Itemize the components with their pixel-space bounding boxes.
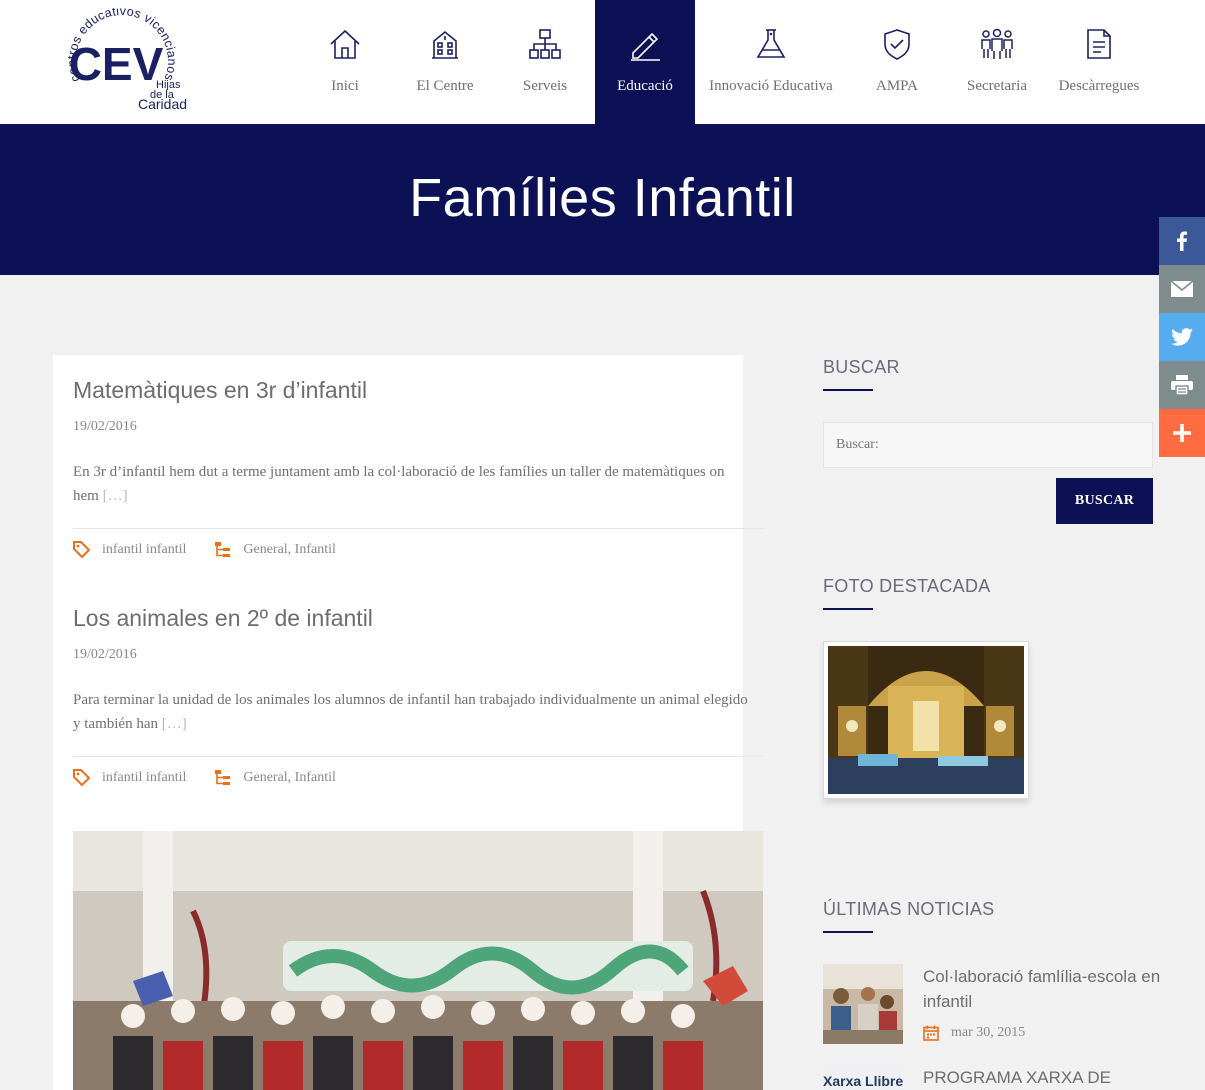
nav-label: Secretaria [967,78,1027,94]
site-header: centros educativos vicencianos CEV Hijas… [0,0,1205,124]
tag-icon [73,769,90,786]
post-date: 19/02/2016 [73,647,137,662]
post-tags-link[interactable]: infantil infantil [102,542,186,558]
nav-item-educacio[interactable]: Educació [595,0,695,124]
nav-label: Educació [617,78,673,94]
print-share-button[interactable] [1159,361,1205,409]
facebook-icon [1177,231,1187,251]
building-icon [427,26,463,62]
logo-monogram: CEV [69,38,164,90]
post-title-link[interactable]: Los animales en 2º de infantil [73,605,373,632]
featured-photo[interactable] [823,641,1029,799]
calendar-icon [923,1025,939,1041]
print-icon [1171,375,1193,395]
search-widget-title: BUSCAR [823,357,900,377]
post-divider [73,528,763,529]
email-icon [1171,281,1193,297]
flask-icon [753,26,789,62]
post-meta: infantil infantil General, Infantil [73,769,336,786]
news-title-link[interactable]: Col·laboració famlília-escola en infanti… [923,964,1183,1014]
document-icon [1081,26,1117,62]
post-categories: General, Infantil [214,769,336,786]
widget-title-underline [823,931,873,933]
read-more-link[interactable]: […] [162,716,187,732]
search-button[interactable]: BUSCAR [1056,478,1153,524]
post-title-link[interactable]: Matemàtiques en 3r d’infantil [73,377,367,404]
news-thumbnail[interactable]: Xarxa Llibre [823,1065,903,1090]
nav-item-el-centre[interactable]: El Centre [395,0,495,124]
post-categories-link[interactable]: General, Infantil [243,770,336,786]
post-excerpt: En 3r d’infantil hem dut a terme juntame… [73,460,753,508]
latest-news-title: ÚLTIMAS NOTICIAS [823,899,995,919]
people-icon [979,26,1015,62]
featured-photo-title: FOTO DESTACADA [823,576,991,596]
nav-item-inici[interactable]: Inici [295,0,395,124]
nav-item-ampa[interactable]: AMPA [847,0,947,124]
read-more-link[interactable]: […] [103,488,128,504]
sitemap-icon [527,26,563,62]
post-excerpt-text: En 3r d’infantil hem dut a terme juntame… [73,464,725,504]
home-icon [327,26,363,62]
nav-label: El Centre [416,78,474,94]
nav-item-descarregues[interactable]: Descàrregues [1047,0,1151,124]
nav-label: Inici [331,78,359,94]
news-thumbnail[interactable] [823,964,903,1044]
nav-item-innovacio[interactable]: Innovació Educativa [695,0,847,124]
news-title-link[interactable]: PROGRAMA XARXA DE [923,1065,1183,1090]
tag-icon [73,541,90,558]
twitter-icon [1171,328,1193,346]
post-categories-link[interactable]: General, Infantil [243,542,336,558]
post-excerpt: Para terminar la unidad de los animales … [73,688,753,736]
page-title: Famílies Infantil [409,167,796,228]
post-divider [73,756,763,757]
post-date: 19/02/2016 [73,419,137,434]
more-share-button[interactable] [1159,409,1205,457]
site-logo[interactable]: centros educativos vicencianos CEV Hijas… [58,4,210,116]
news-date-text: mar 30, 2015 [951,1025,1026,1040]
nav-item-serveis[interactable]: Serveis [495,0,595,124]
post-categories: General, Infantil [214,541,336,558]
news-thumb-text: Xarxa Llibre [823,1073,903,1089]
nav-item-secretaria[interactable]: Secretaria [947,0,1047,124]
logo-sub3: Caridad [138,96,187,112]
social-share-bar [1159,217,1205,457]
widget-title-underline [823,389,873,391]
category-icon [215,770,231,785]
post-meta: infantil infantil General, Infantil [73,541,336,558]
nav-label: Descàrregues [1058,78,1140,94]
email-share-button[interactable] [1159,265,1205,313]
plus-icon [1173,424,1191,442]
nav-label: Innovació Educativa [709,78,833,94]
post-featured-image[interactable] [73,831,763,1090]
post-tags: infantil infantil [73,541,186,558]
post-tags-link[interactable]: infantil infantil [102,770,186,786]
search-input[interactable] [823,422,1153,468]
nav-label: Serveis [522,78,568,94]
shield-icon [879,26,915,62]
page-banner: Famílies Infantil [0,124,1205,275]
twitter-share-button[interactable] [1159,313,1205,361]
widget-title-underline [823,608,873,610]
main-nav: Inici El Centre Serveis Educació Innovac… [295,0,1151,124]
pencil-icon [627,26,663,62]
category-icon [215,542,231,557]
nav-label: AMPA [876,78,918,94]
news-date: mar 30, 2015 [923,1025,1025,1041]
post-tags: infantil infantil [73,769,186,786]
facebook-share-button[interactable] [1159,217,1205,265]
